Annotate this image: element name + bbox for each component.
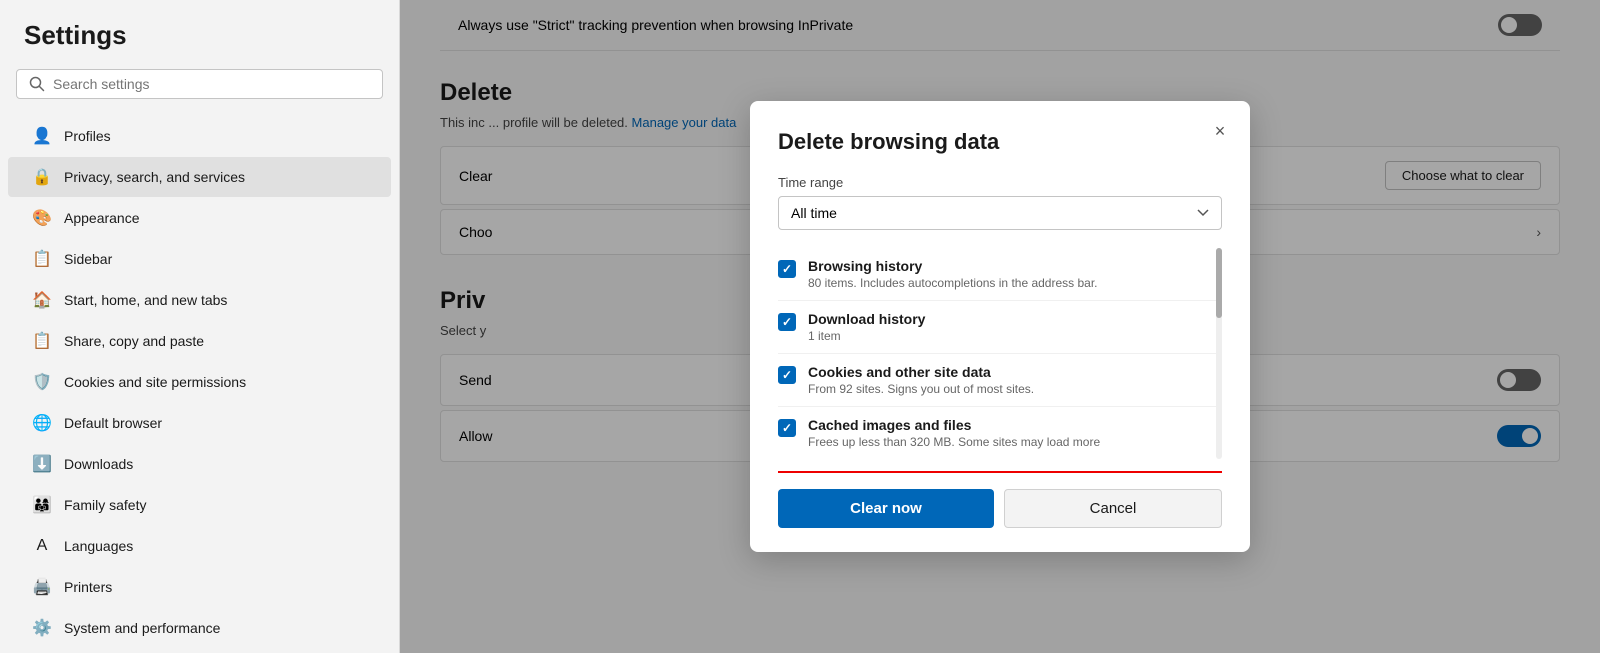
nav-label-cookies: Cookies and site permissions [64, 374, 246, 390]
nav-icon-profiles: 👤 [32, 126, 52, 146]
app-title: Settings [0, 20, 399, 69]
scrollbar-thumb [1216, 248, 1222, 318]
nav-icon-languages: A [32, 536, 52, 556]
checkbox-desc-cached: Frees up less than 320 MB. Some sites ma… [808, 435, 1100, 449]
sidebar-item-start-home[interactable]: 🏠 Start, home, and new tabs [8, 280, 391, 320]
sidebar-item-downloads[interactable]: ⬇️ Downloads [8, 444, 391, 484]
checkbox-text-cookies: Cookies and other site data From 92 site… [808, 364, 1034, 396]
dialog-title: Delete browsing data [778, 129, 1222, 155]
checkbox-item-download-history: Download history 1 item [778, 301, 1222, 354]
checkbox-desc-cookies: From 92 sites. Signs you out of most sit… [808, 382, 1034, 396]
search-box[interactable] [16, 69, 383, 99]
nav-label-profiles: Profiles [64, 128, 111, 144]
search-input[interactable] [53, 76, 370, 92]
checkbox-text-browsing-history: Browsing history 80 items. Includes auto… [808, 258, 1098, 290]
checkbox-label-download-history: Download history [808, 311, 925, 327]
scrollbar-track [1216, 248, 1222, 459]
checkbox-cached[interactable] [778, 419, 796, 437]
nav-label-family-safety: Family safety [64, 497, 146, 513]
checkbox-item-browsing-history: Browsing history 80 items. Includes auto… [778, 248, 1222, 301]
nav-icon-start-home: 🏠 [32, 290, 52, 310]
nav-icon-default-browser: 🌐 [32, 413, 52, 433]
checkbox-text-download-history: Download history 1 item [808, 311, 925, 343]
checkbox-download-history[interactable] [778, 313, 796, 331]
nav-icon-appearance: 🎨 [32, 208, 52, 228]
checkbox-desc-browsing-history: 80 items. Includes autocompletions in th… [808, 276, 1098, 290]
sidebar-item-profiles[interactable]: 👤 Profiles [8, 116, 391, 156]
checkbox-item-cached: Cached images and files Frees up less th… [778, 407, 1222, 459]
checkbox-label-browsing-history: Browsing history [808, 258, 1098, 274]
sidebar-item-printers[interactable]: 🖨️ Printers [8, 567, 391, 607]
checkbox-list: Browsing history 80 items. Includes auto… [778, 248, 1222, 459]
sidebar-item-sidebar[interactable]: 📋 Sidebar [8, 239, 391, 279]
sidebar-item-system[interactable]: ⚙️ System and performance [8, 608, 391, 648]
nav-icon-printers: 🖨️ [32, 577, 52, 597]
checkbox-item-cookies: Cookies and other site data From 92 site… [778, 354, 1222, 407]
cancel-button[interactable]: Cancel [1004, 489, 1222, 528]
nav-label-system: System and performance [64, 620, 220, 636]
sidebar-item-default-browser[interactable]: 🌐 Default browser [8, 403, 391, 443]
checkbox-browsing-history[interactable] [778, 260, 796, 278]
nav-label-appearance: Appearance [64, 210, 140, 226]
nav-label-languages: Languages [64, 538, 133, 554]
sidebar-item-languages[interactable]: A Languages [8, 526, 391, 566]
dialog-close-button[interactable]: × [1206, 117, 1234, 145]
modal-overlay: × Delete browsing data Time range Last h… [400, 0, 1600, 653]
nav-icon-system: ⚙️ [32, 618, 52, 638]
main-content: Always use "Strict" tracking prevention … [400, 0, 1600, 653]
nav-label-start-home: Start, home, and new tabs [64, 292, 227, 308]
nav-icon-share: 📋 [32, 331, 52, 351]
search-icon [29, 76, 45, 92]
nav-label-default-browser: Default browser [64, 415, 162, 431]
nav-icon-privacy: 🔒 [32, 167, 52, 187]
sidebar-item-appearance[interactable]: 🎨 Appearance [8, 198, 391, 238]
nav-icon-family-safety: 👨‍👩‍👧 [32, 495, 52, 515]
time-range-select[interactable]: Last hourLast 24 hoursLast 7 daysLast 4 … [778, 196, 1222, 230]
sidebar-item-family-safety[interactable]: 👨‍👩‍👧 Family safety [8, 485, 391, 525]
dialog-footer: Clear now Cancel [778, 471, 1222, 528]
delete-browsing-data-dialog: × Delete browsing data Time range Last h… [750, 101, 1250, 552]
checkbox-label-cached: Cached images and files [808, 417, 1100, 433]
nav-icon-sidebar: 📋 [32, 249, 52, 269]
nav-label-downloads: Downloads [64, 456, 133, 472]
nav-label-privacy: Privacy, search, and services [64, 169, 245, 185]
checkbox-label-cookies: Cookies and other site data [808, 364, 1034, 380]
nav-icon-cookies: 🛡️ [32, 372, 52, 392]
nav-label-sidebar: Sidebar [64, 251, 112, 267]
sidebar-item-share[interactable]: 📋 Share, copy and paste [8, 321, 391, 361]
nav-label-share: Share, copy and paste [64, 333, 204, 349]
nav-label-printers: Printers [64, 579, 112, 595]
nav-list: 👤 Profiles 🔒 Privacy, search, and services 🎨… [0, 115, 399, 653]
sidebar: Settings 👤 Profiles 🔒 Privacy, search, and … [0, 0, 400, 653]
clear-now-button[interactable]: Clear now [778, 489, 994, 528]
time-range-label: Time range [778, 175, 1222, 190]
checkbox-text-cached: Cached images and files Frees up less th… [808, 417, 1100, 449]
checkbox-desc-download-history: 1 item [808, 329, 925, 343]
sidebar-item-cookies[interactable]: 🛡️ Cookies and site permissions [8, 362, 391, 402]
nav-icon-downloads: ⬇️ [32, 454, 52, 474]
checkbox-cookies[interactable] [778, 366, 796, 384]
sidebar-item-privacy[interactable]: 🔒 Privacy, search, and services [8, 157, 391, 197]
